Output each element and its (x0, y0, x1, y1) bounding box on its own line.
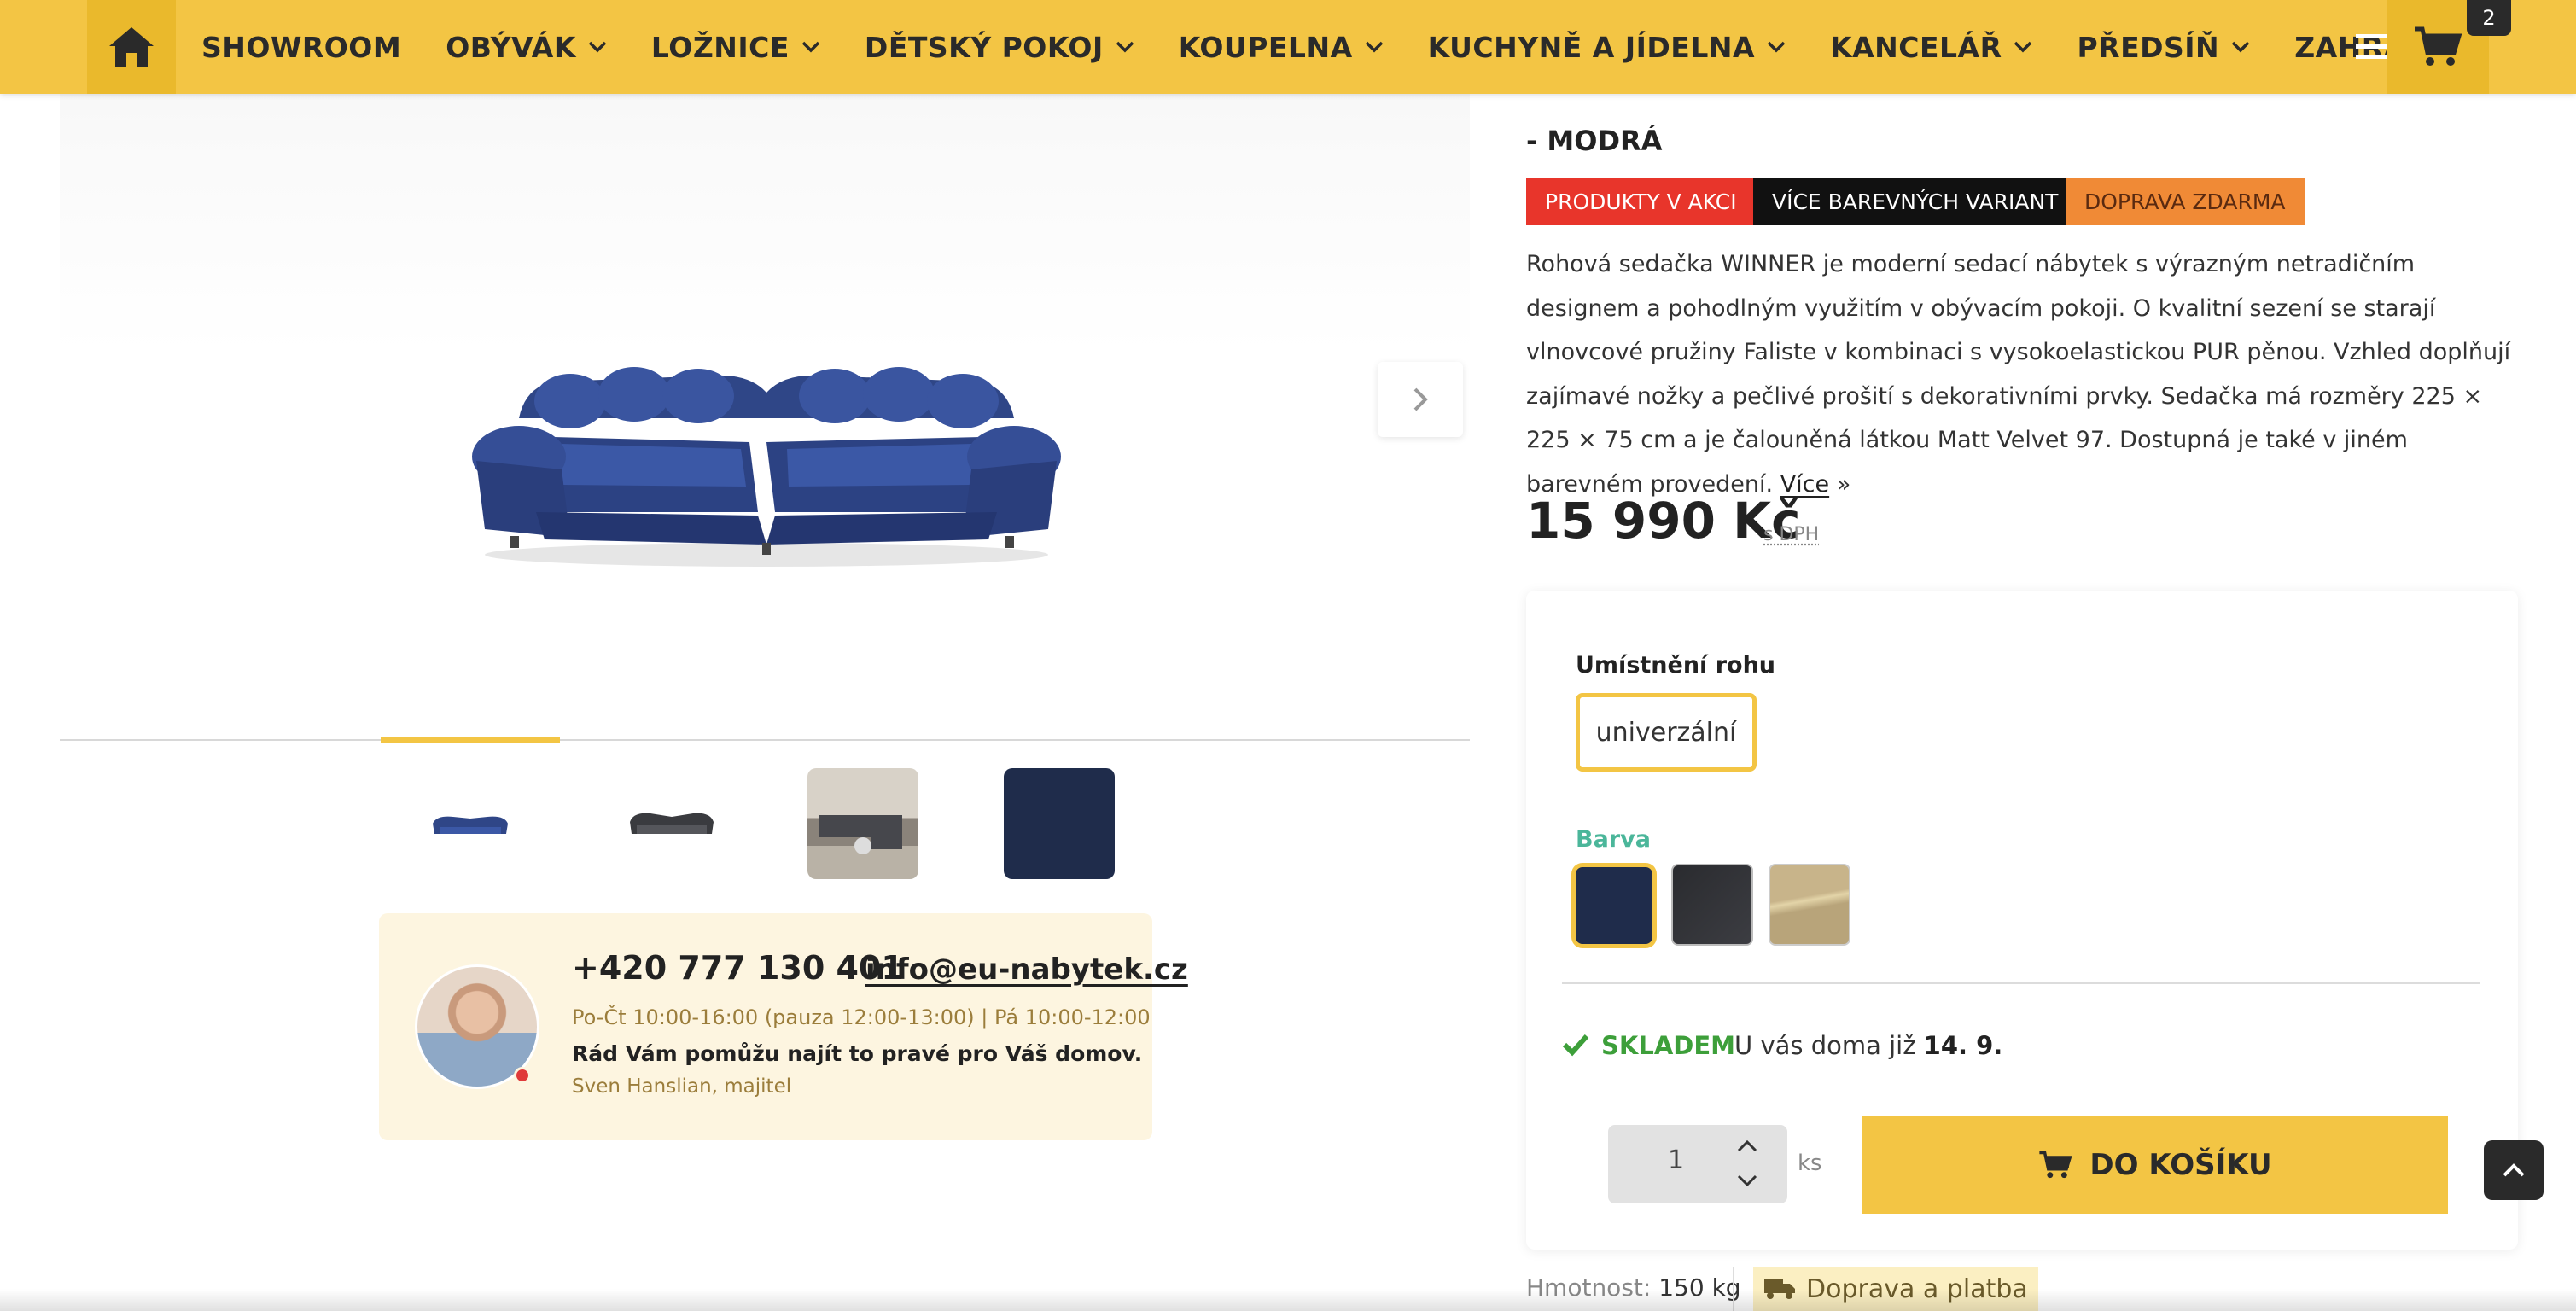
product-price: 15 990 Kč (1526, 492, 1801, 550)
color-label: Barva (1576, 826, 1651, 853)
sofa-blue-thumbnail (433, 816, 508, 834)
nav-item-predsin[interactable]: PŘEDSÍŇ (2077, 31, 2250, 64)
chevron-down-icon[interactable] (1734, 1171, 1760, 1192)
main-nav: SHOWROOM OBÝVÁK LOŽNICE DĚTSKÝ POKOJ KOU… (0, 0, 2576, 94)
nav-item-label: KANCELÁŘ (1830, 30, 2002, 64)
nav-item-label: LOŽNICE (650, 30, 790, 64)
cart-icon (2415, 26, 2462, 66)
stock-status: SKLADEM (1601, 1031, 1736, 1060)
nav-item-detsky-pokoj[interactable]: DĚTSKÝ POKOJ (865, 31, 1134, 64)
gallery-thumbnail[interactable] (616, 768, 727, 879)
cart-icon (2039, 1151, 2072, 1179)
home-button[interactable] (87, 0, 176, 94)
contact-signature: Sven Hanslian, majitel (572, 1075, 792, 1098)
gallery-active-indicator (381, 737, 560, 743)
contact-message: Rád Vám pomůžu najít to pravé pro Váš do… (572, 1041, 1143, 1066)
color-swatch-beige[interactable] (1769, 864, 1850, 946)
check-icon (1562, 1034, 1589, 1057)
nav-item-showroom[interactable]: SHOWROOM (201, 31, 401, 64)
product-subtitle: - MODRÁ (1526, 125, 1663, 157)
contact-phone[interactable]: +420 777 130 401 (572, 949, 904, 987)
status-dot (514, 1067, 531, 1084)
nav-item-loznice[interactable]: LOŽNICE (651, 31, 820, 64)
double-chevron-right-icon: » (1836, 470, 1851, 498)
nav-item-label: DĚTSKÝ POKOJ (864, 30, 1104, 64)
cart-count-badge: 2 (2467, 0, 2511, 36)
chevron-up-icon[interactable] (1734, 1135, 1760, 1156)
gallery-thumbnail[interactable] (415, 768, 526, 879)
hamburger-menu-icon[interactable] (2352, 29, 2390, 63)
corner-option-univerzalni[interactable]: univerzální (1576, 693, 1757, 772)
nav-item-label: OBÝVÁK (446, 30, 576, 64)
nav-item-label: SHOWROOM (201, 30, 402, 64)
chevron-down-icon (2014, 41, 2032, 53)
nav-menu: SHOWROOM OBÝVÁK LOŽNICE DĚTSKÝ POKOJ KOU… (176, 0, 2502, 94)
tag-color-variants[interactable]: VÍCE BAREVNÝCH VARIANT (1753, 178, 2078, 225)
color-swatch-blue[interactable] (1576, 867, 1652, 944)
quantity-stepper[interactable] (1608, 1125, 1787, 1203)
delivery-date: 14. 9. (1923, 1031, 2003, 1060)
gallery-thumbnail[interactable] (807, 768, 918, 879)
sofa-grey-thumbnail (630, 813, 714, 834)
gallery-divider (60, 739, 1470, 741)
chevron-down-icon (2231, 41, 2250, 53)
quantity-value[interactable]: 1 (1668, 1145, 1684, 1175)
add-to-cart-button[interactable]: DO KOŠÍKU (1862, 1116, 2448, 1214)
contact-hours: Po-Čt 10:00-16:00 (pauza 12:00-13:00) | … (572, 1005, 1151, 1029)
quantity-unit: ks (1798, 1151, 1822, 1176)
nav-item-label: KOUPELNA (1178, 30, 1353, 64)
tag-sale[interactable]: PRODUKTY V AKCI (1526, 178, 1756, 225)
chevron-down-icon (1767, 41, 1786, 53)
home-icon (109, 27, 154, 67)
gallery-next-button[interactable] (1378, 362, 1463, 437)
price-vat-note[interactable]: s DPH (1763, 524, 1819, 545)
chevron-down-icon (801, 41, 820, 53)
gallery-thumbnail-fabric[interactable] (1004, 768, 1115, 879)
tag-free-shipping[interactable]: DOPRAVA ZDARMA (2066, 178, 2305, 225)
box-divider (1562, 982, 2480, 984)
room-photo-thumbnail (819, 815, 902, 854)
delivery-info: U vás doma již 14. 9. (1734, 1031, 2002, 1060)
bottom-fade (0, 1289, 2576, 1311)
description-text: Rohová sedačka WINNER je moderní sedací … (1526, 251, 2511, 498)
nav-item-kancelar[interactable]: KANCELÁŘ (1830, 31, 2032, 64)
nav-item-obyvak[interactable]: OBÝVÁK (446, 31, 607, 64)
scroll-to-top-button[interactable] (2484, 1140, 2544, 1200)
product-description: Rohová sedačka WINNER je moderní sedací … (1526, 242, 2516, 506)
nav-item-kuchyne[interactable]: KUCHYNĚ A JÍDELNA (1428, 31, 1786, 64)
nav-item-koupelna[interactable]: KOUPELNA (1179, 31, 1384, 64)
nav-item-label: PŘEDSÍŇ (2077, 30, 2220, 64)
chevron-down-icon (588, 41, 607, 53)
nav-item-label: KUCHYNĚ A JÍDELNA (1427, 30, 1756, 64)
add-to-cart-label: DO KOŠÍKU (2089, 1148, 2272, 1182)
chevron-up-icon (2503, 1163, 2525, 1177)
contact-email[interactable]: info@eu-nabytek.cz (865, 953, 1188, 987)
chevron-down-icon (1116, 41, 1134, 53)
corner-label: Umístnění rohu (1576, 652, 1776, 679)
chevron-right-icon (1413, 387, 1428, 411)
chevron-down-icon (1365, 41, 1383, 53)
delivery-text: U vás doma již (1734, 1031, 1916, 1060)
color-swatch-grey[interactable] (1671, 864, 1753, 946)
product-main-image[interactable] (459, 341, 1074, 580)
